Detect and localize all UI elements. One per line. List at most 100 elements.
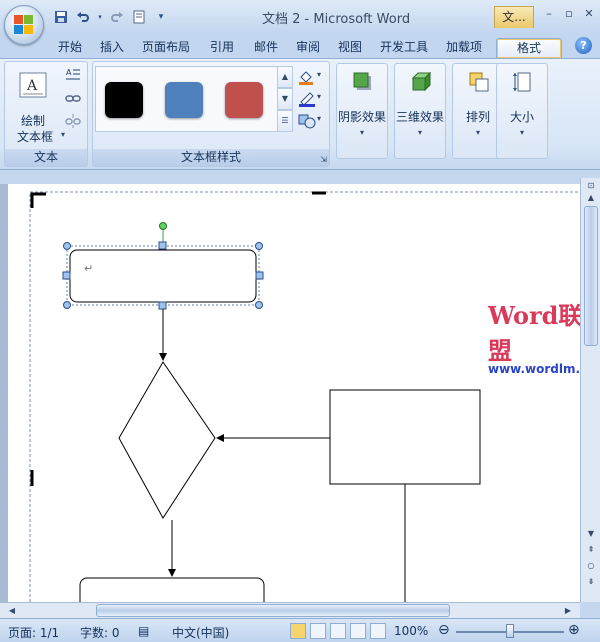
shape-fill-icon[interactable] [297, 68, 317, 86]
svg-text:A: A [26, 78, 38, 94]
vertical-scrollbar[interactable]: ⊡ ▲ ▼ ⇞ ○ ⇟ [580, 178, 600, 602]
horizontal-scrollbar[interactable]: ◀ ▶ [0, 602, 580, 618]
select-browse-object-icon[interactable]: ○ [583, 558, 599, 574]
3d-effects-icon [409, 70, 433, 94]
size-dropdown-icon: ▾ [519, 128, 524, 137]
word-count[interactable]: 字数: 0 [80, 624, 120, 641]
tab-mailings[interactable]: 邮件 [254, 38, 278, 58]
bottom-rounded-box[interactable] [79, 577, 265, 602]
restore-icon[interactable]: ▫ [560, 6, 578, 22]
change-shape-dropdown-icon[interactable]: ▾ [317, 114, 321, 123]
window-controls: – ▫ ✕ [540, 6, 598, 22]
resize-handle-ne[interactable] [255, 242, 263, 250]
shadow-effects-label: 阴影效果 [337, 110, 386, 124]
process-rectangle[interactable] [329, 389, 481, 485]
change-shape-icon[interactable] [297, 112, 317, 130]
text-group: A 绘制 文本框 ▾ A 文本 [4, 61, 88, 167]
next-page-icon[interactable]: ⇟ [583, 574, 599, 590]
textbox-styles-group-label: 文本框样式 [93, 149, 329, 166]
customize-qat-icon[interactable]: ▾ [152, 8, 170, 26]
scroll-up-icon[interactable]: ▲ [583, 190, 599, 206]
rotation-handle[interactable] [159, 222, 167, 230]
tab-add-ins[interactable]: 加载项 [446, 38, 482, 58]
create-link-icon[interactable] [63, 90, 83, 108]
web-layout-icon[interactable] [330, 623, 346, 639]
outline-view-icon[interactable] [350, 623, 366, 639]
resize-handle-se[interactable] [255, 301, 263, 309]
gallery-down-icon[interactable]: ▼ [277, 88, 293, 110]
undo-dropdown-icon[interactable]: ▾ [96, 8, 104, 26]
resize-handle-w[interactable] [62, 271, 71, 280]
zoom-out-icon[interactable]: ⊖ [438, 622, 450, 638]
close-icon[interactable]: ✕ [580, 6, 598, 22]
vertical-scroll-thumb[interactable] [584, 206, 598, 346]
style-swatch-black[interactable] [105, 82, 143, 118]
flowchart-canvas[interactable]: ↵ [8, 184, 580, 602]
shadow-effects-dropdown-icon: ▾ [359, 128, 364, 137]
shape-outline-dropdown-icon[interactable]: ▾ [317, 92, 321, 101]
save-icon[interactable] [52, 8, 70, 26]
3d-effects-label: 三维效果 [395, 110, 444, 124]
textbox-icon: A [19, 72, 47, 98]
selected-textbox[interactable] [69, 249, 257, 303]
undo-icon[interactable] [74, 8, 92, 26]
gallery-scroll: ▲ ▼ ☰ [277, 66, 293, 132]
gallery-up-icon[interactable]: ▲ [277, 66, 293, 88]
proofing-icon[interactable]: ▤ [138, 624, 149, 638]
draw-textbox-dropdown-icon[interactable]: ▾ [61, 130, 65, 139]
previous-page-icon[interactable]: ⇞ [583, 542, 599, 558]
shape-outline-icon[interactable] [297, 90, 317, 108]
style-swatch-blue[interactable] [165, 82, 203, 118]
tab-page-layout[interactable]: 页面布局 [142, 38, 190, 58]
horizontal-scroll-thumb[interactable] [96, 604, 450, 617]
help-icon[interactable]: ? [575, 37, 592, 54]
zoom-level[interactable]: 100% [394, 624, 428, 638]
minimize-icon[interactable]: – [540, 6, 558, 22]
tab-home[interactable]: 开始 [58, 38, 82, 58]
resize-handle-e[interactable] [255, 271, 264, 280]
scroll-left-icon[interactable]: ◀ [4, 603, 20, 619]
resize-handle-n[interactable] [158, 241, 167, 250]
resize-handle-sw[interactable] [63, 301, 71, 309]
quick-access-toolbar: ▾ ▾ [52, 8, 170, 26]
draft-view-icon[interactable] [370, 623, 386, 639]
zoom-slider-thumb[interactable] [506, 624, 514, 638]
size-button[interactable]: 大小 ▾ [496, 63, 548, 159]
break-link-icon[interactable] [63, 112, 83, 130]
print-layout-view-icon[interactable] [290, 623, 306, 639]
decision-diamond[interactable] [118, 361, 216, 519]
tab-developer[interactable]: 开发工具 [380, 38, 428, 58]
crop-mark-top-left [30, 192, 46, 208]
resize-handle-s[interactable] [158, 301, 167, 310]
shape-fill-dropdown-icon[interactable]: ▾ [317, 70, 321, 79]
style-swatch-red[interactable] [225, 82, 263, 118]
text-direction-icon[interactable]: A [63, 66, 83, 84]
office-logo-icon [14, 15, 34, 35]
office-button[interactable] [4, 5, 44, 45]
tab-review[interactable]: 审阅 [296, 38, 320, 58]
zoom-in-icon[interactable]: ⊕ [568, 622, 580, 638]
redo-icon[interactable] [108, 8, 126, 26]
title-bar: ▾ ▾ 文档 2 - Microsoft Word 文... – ▫ ✕ [0, 0, 600, 34]
dialog-launcher-icon[interactable]: ⇲ [320, 155, 327, 164]
window-title: 文档 2 - Microsoft Word [262, 12, 411, 27]
text-group-label: 文本 [5, 149, 87, 166]
draw-textbox-button[interactable]: A 绘制 文本框 ▾ [15, 68, 65, 150]
resize-handle-nw[interactable] [63, 242, 71, 250]
scroll-right-icon[interactable]: ▶ [560, 603, 576, 619]
full-screen-reading-icon[interactable] [310, 623, 326, 639]
document-page[interactable]: ↵ [8, 184, 580, 602]
3d-effects-button[interactable]: 三维效果 ▾ [394, 63, 446, 159]
shadow-effects-button[interactable]: 阴影效果 ▾ [336, 63, 388, 159]
page-indicator[interactable]: 页面: 1/1 [8, 624, 59, 641]
print-preview-icon[interactable] [130, 8, 148, 26]
ruler-strip [0, 170, 600, 184]
language-indicator[interactable]: 中文(中国) [172, 624, 229, 641]
gallery-more-icon[interactable]: ☰ [277, 110, 293, 132]
tab-references[interactable]: 引用 [210, 38, 234, 58]
tab-format[interactable]: 格式 [496, 38, 562, 58]
tab-view[interactable]: 视图 [338, 38, 362, 58]
scroll-down-icon[interactable]: ▼ [583, 526, 599, 542]
status-bar: 页面: 1/1 字数: 0 ▤ 中文(中国) 100% ⊖ ⊕ [0, 618, 600, 642]
tab-insert[interactable]: 插入 [100, 38, 124, 58]
